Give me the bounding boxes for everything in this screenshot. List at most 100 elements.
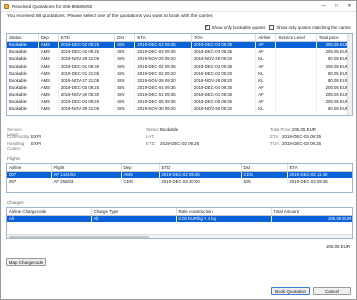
- column-header[interactable]: Dst: [241, 164, 288, 172]
- table-cell: 007: [7, 171, 52, 179]
- table-cell: SIN: [114, 97, 136, 106]
- table-cell: SIN: [114, 62, 136, 70]
- column-header[interactable]: Status: [7, 34, 39, 42]
- table-cell: Bookable: [7, 62, 39, 70]
- table-cell: 2019-NOV-28 09:20: [134, 76, 192, 84]
- quote-row[interactable]: Bookable AMS 2019-DEC-01 09:30 SIN 2019-DEC-…: [7, 62, 352, 70]
- quote-details: Service Level: Commodity: EXPI Handling …: [6, 127, 353, 151]
- table-cell: AMS: [38, 55, 59, 63]
- table-cell: SIN: [114, 76, 136, 84]
- quotations-dialog: Received Quotations for 006-88589250 — □…: [0, 0, 357, 300]
- bookable-filter-label: Show only bookable quotes: [211, 25, 266, 30]
- quotes-scrollbar[interactable]: [347, 34, 352, 115]
- quote-row[interactable]: Bookable AMS 2019-DEC-01 21:05 SIN 2019-DEC-…: [7, 69, 352, 77]
- checkbox-checked-icon[interactable]: ✓: [204, 25, 210, 30]
- table-cell: SIN: [114, 105, 136, 113]
- table-cell: 2019-DEC-01 09:35: [134, 90, 192, 98]
- quote-row[interactable]: Bookable AMS 2019-NOV-30 09:30 SIN 2019-DEC-…: [7, 90, 352, 98]
- table-cell: 2019-DEC-05 09:35: [134, 97, 192, 106]
- matching-filter-checkbox[interactable]: Show only quotes matching the carrier: [269, 25, 351, 30]
- column-header[interactable]: Airline Chargecode: [7, 208, 92, 216]
- table-cell: [275, 83, 317, 91]
- table-cell: 2019-DEC-03 09:35: [191, 48, 257, 56]
- table-cell: 2019-NOV-27 21:05: [58, 76, 116, 84]
- column-header[interactable]: Dep: [38, 34, 59, 42]
- table-cell: AMS: [38, 48, 59, 56]
- table-cell: AMS: [38, 62, 59, 70]
- column-header[interactable]: TOA: [191, 34, 257, 42]
- table-cell: CDG: [121, 178, 160, 186]
- table-cell: [275, 97, 317, 106]
- detail-status: Status: Bookable: [146, 127, 179, 132]
- table-cell: KL: [255, 69, 277, 77]
- quote-row[interactable]: Bookable AMS 2019-NOV-29 21:05 SIN 2019-NOV-…: [7, 105, 352, 113]
- table-cell: 2019-DEC-05 09:35: [191, 97, 257, 106]
- table-cell: Bookable: [7, 97, 39, 106]
- charges-header-row: Airline Chargecode Charge Type Rate constr…: [7, 208, 352, 216]
- column-header[interactable]: Total Amount: [271, 208, 352, 216]
- table-cell: 0.00 EUR/kg × 4 kg: [176, 215, 272, 223]
- charge-row[interactable]: All All 0.00 EUR/kg × 4 kg 205.05 EUR: [7, 215, 352, 223]
- flight-row[interactable]: 007 AF 1441/02 AMS 2019-DEC-02 09:25 CDG 2019…: [7, 171, 352, 179]
- book-quotation-button[interactable]: Book Quotation: [271, 287, 310, 295]
- table-cell: SIN: [114, 69, 136, 77]
- detail-commodity: Commodity: EXPI: [7, 134, 42, 139]
- column-header[interactable]: ETD: [159, 164, 242, 172]
- table-cell: 2019-DEC-01 09:35: [191, 90, 257, 98]
- intro-text: You received 58 quotations. Please selec…: [7, 14, 214, 19]
- table-cell: Bookable: [7, 69, 39, 77]
- quote-row[interactable]: Bookable AMS 2019-DEC-03 09:25 SIN 2019-DEC-…: [7, 83, 352, 91]
- table-cell: 2019-DEC-03 09:25: [58, 83, 116, 91]
- minimize-icon[interactable]: —: [317, 1, 330, 11]
- quote-row[interactable]: Bookable AMS 2019-NOV-28 21:05 SIN 2019-NOV-…: [7, 55, 352, 63]
- column-header[interactable]: ETA: [287, 164, 352, 172]
- quote-row[interactable]: Bookable AMS 2019-DEC-02 09:25 SIN 2019-DEC-…: [7, 48, 352, 56]
- column-header[interactable]: Service Level: [275, 34, 317, 42]
- detail-toa: TOA: 2019-DEC-03 09:35: [270, 141, 322, 146]
- table-cell: Bookable: [7, 55, 39, 63]
- table-cell: CDG: [241, 171, 288, 179]
- column-header[interactable]: Airline: [255, 34, 277, 42]
- flight-row[interactable]: 057 AF 256/03 CDG 2019-DEC-03 20:00 SIN 2019-…: [7, 178, 352, 186]
- table-cell: 2019-DEC-03 09:35: [191, 41, 257, 49]
- table-cell: 2019-NOV-29 09:20: [191, 55, 257, 63]
- window-title: Received Quotations for 006-88589250: [12, 3, 93, 9]
- quotes-header-row: Status Dep ETD Dst ETA TOA Airline Service Leve…: [7, 34, 352, 42]
- column-header[interactable]: Dst: [114, 34, 136, 42]
- table-cell: 2019-DEC-04 09:35: [191, 83, 257, 91]
- map-chargecode-button[interactable]: Map Chargecode: [6, 258, 46, 266]
- table-cell: SIN: [241, 178, 288, 186]
- table-cell: AF: [255, 48, 277, 56]
- table-cell: 2019-DEC-01 09:30: [58, 62, 116, 70]
- quote-row[interactable]: Bookable AMS 2019-NOV-27 21:05 SIN 2019-NOV-…: [7, 76, 352, 84]
- table-cell: All: [91, 215, 177, 223]
- table-cell: [275, 105, 317, 113]
- column-header[interactable]: ETD: [58, 34, 116, 42]
- column-header[interactable]: Rate construction: [176, 208, 272, 216]
- charges-hscrollbar[interactable]: [7, 234, 352, 238]
- column-header[interactable]: Airline: [7, 164, 52, 172]
- cancel-button[interactable]: Cancel: [313, 287, 351, 295]
- table-cell: 2019-DEC-02 09:25: [159, 171, 242, 179]
- bookable-filter-checkbox[interactable]: ✓ Show only bookable quotes: [204, 25, 266, 30]
- maximize-icon[interactable]: □: [330, 1, 343, 11]
- quote-row[interactable]: Bookable AMS 2019-DEC-04 09:25 SIN 2019-DEC-…: [7, 97, 352, 106]
- window-controls: — □ ✕: [317, 1, 356, 11]
- table-cell: SIN: [114, 41, 136, 49]
- table-cell: 2019-DEC-03 09:35: [134, 41, 192, 49]
- table-cell: 2019-NOV-29 21:05: [58, 105, 116, 113]
- table-cell: Bookable: [7, 41, 39, 49]
- dialog-content: You received 58 quotations. Please selec…: [6, 14, 353, 299]
- column-header[interactable]: Dep: [121, 164, 160, 172]
- filter-bar: ✓ Show only bookable quotes Show only qu…: [204, 25, 351, 30]
- scroll-thumb[interactable]: [9, 236, 149, 238]
- quote-row[interactable]: Bookable AMS 2019-DEC-02 09:25 SIN 2019-DEC-…: [7, 41, 352, 49]
- table-cell: [275, 76, 317, 84]
- checkbox-unchecked-icon[interactable]: [269, 25, 275, 30]
- column-header[interactable]: ETA: [134, 34, 192, 42]
- column-header[interactable]: Charge Type: [91, 208, 177, 216]
- column-header[interactable]: Flight: [51, 164, 122, 172]
- charges-table: Airline Chargecode Charge Type Rate constr…: [6, 207, 353, 239]
- table-cell: AMS: [38, 41, 59, 49]
- close-icon[interactable]: ✕: [343, 1, 356, 11]
